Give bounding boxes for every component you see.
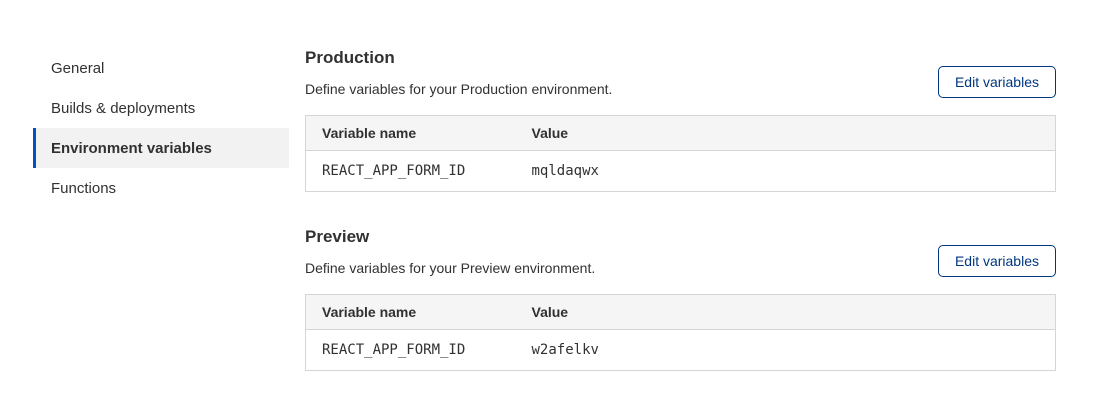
environment-variables-panel: Production Define variables for your Pro… (305, 48, 1056, 371)
table-header-row: Variable name Value (306, 116, 1056, 151)
variable-name-column-header: Variable name (306, 295, 516, 330)
variable-value-cell: w2afelkv (516, 330, 1056, 371)
production-variables-table: Variable name Value REACT_APP_FORM_ID mq… (305, 115, 1056, 192)
preview-section-title: Preview (305, 227, 595, 247)
table-row: REACT_APP_FORM_ID mqldaqwx (306, 151, 1056, 192)
variable-value-cell: mqldaqwx (516, 151, 1056, 192)
production-section-text: Production Define variables for your Pro… (305, 48, 612, 98)
table-header-row: Variable name Value (306, 295, 1056, 330)
preview-section: Preview Define variables for your Previe… (305, 227, 1056, 371)
variable-name-cell: REACT_APP_FORM_ID (306, 330, 516, 371)
preview-section-text: Preview Define variables for your Previe… (305, 227, 595, 277)
sidebar-item-general[interactable]: General (33, 48, 289, 88)
table-row: REACT_APP_FORM_ID w2afelkv (306, 330, 1056, 371)
variable-name-cell: REACT_APP_FORM_ID (306, 151, 516, 192)
preview-section-header: Preview Define variables for your Previe… (305, 227, 1056, 277)
production-section-header: Production Define variables for your Pro… (305, 48, 1056, 98)
production-section-title: Production (305, 48, 612, 68)
value-column-header: Value (516, 116, 1056, 151)
value-column-header: Value (516, 295, 1056, 330)
variable-name-column-header: Variable name (306, 116, 516, 151)
edit-variables-button-preview[interactable]: Edit variables (938, 245, 1056, 277)
preview-section-description: Define variables for your Preview enviro… (305, 260, 595, 277)
production-section: Production Define variables for your Pro… (305, 48, 1056, 192)
sidebar-item-functions[interactable]: Functions (33, 168, 289, 208)
sidebar-item-builds-deployments[interactable]: Builds & deployments (33, 88, 289, 128)
settings-page: General Builds & deployments Environment… (0, 0, 1100, 371)
edit-variables-button-production[interactable]: Edit variables (938, 66, 1056, 98)
settings-sidebar: General Builds & deployments Environment… (33, 48, 289, 371)
production-section-description: Define variables for your Production env… (305, 81, 612, 98)
preview-variables-table: Variable name Value REACT_APP_FORM_ID w2… (305, 294, 1056, 371)
sidebar-item-environment-variables[interactable]: Environment variables (33, 128, 289, 168)
